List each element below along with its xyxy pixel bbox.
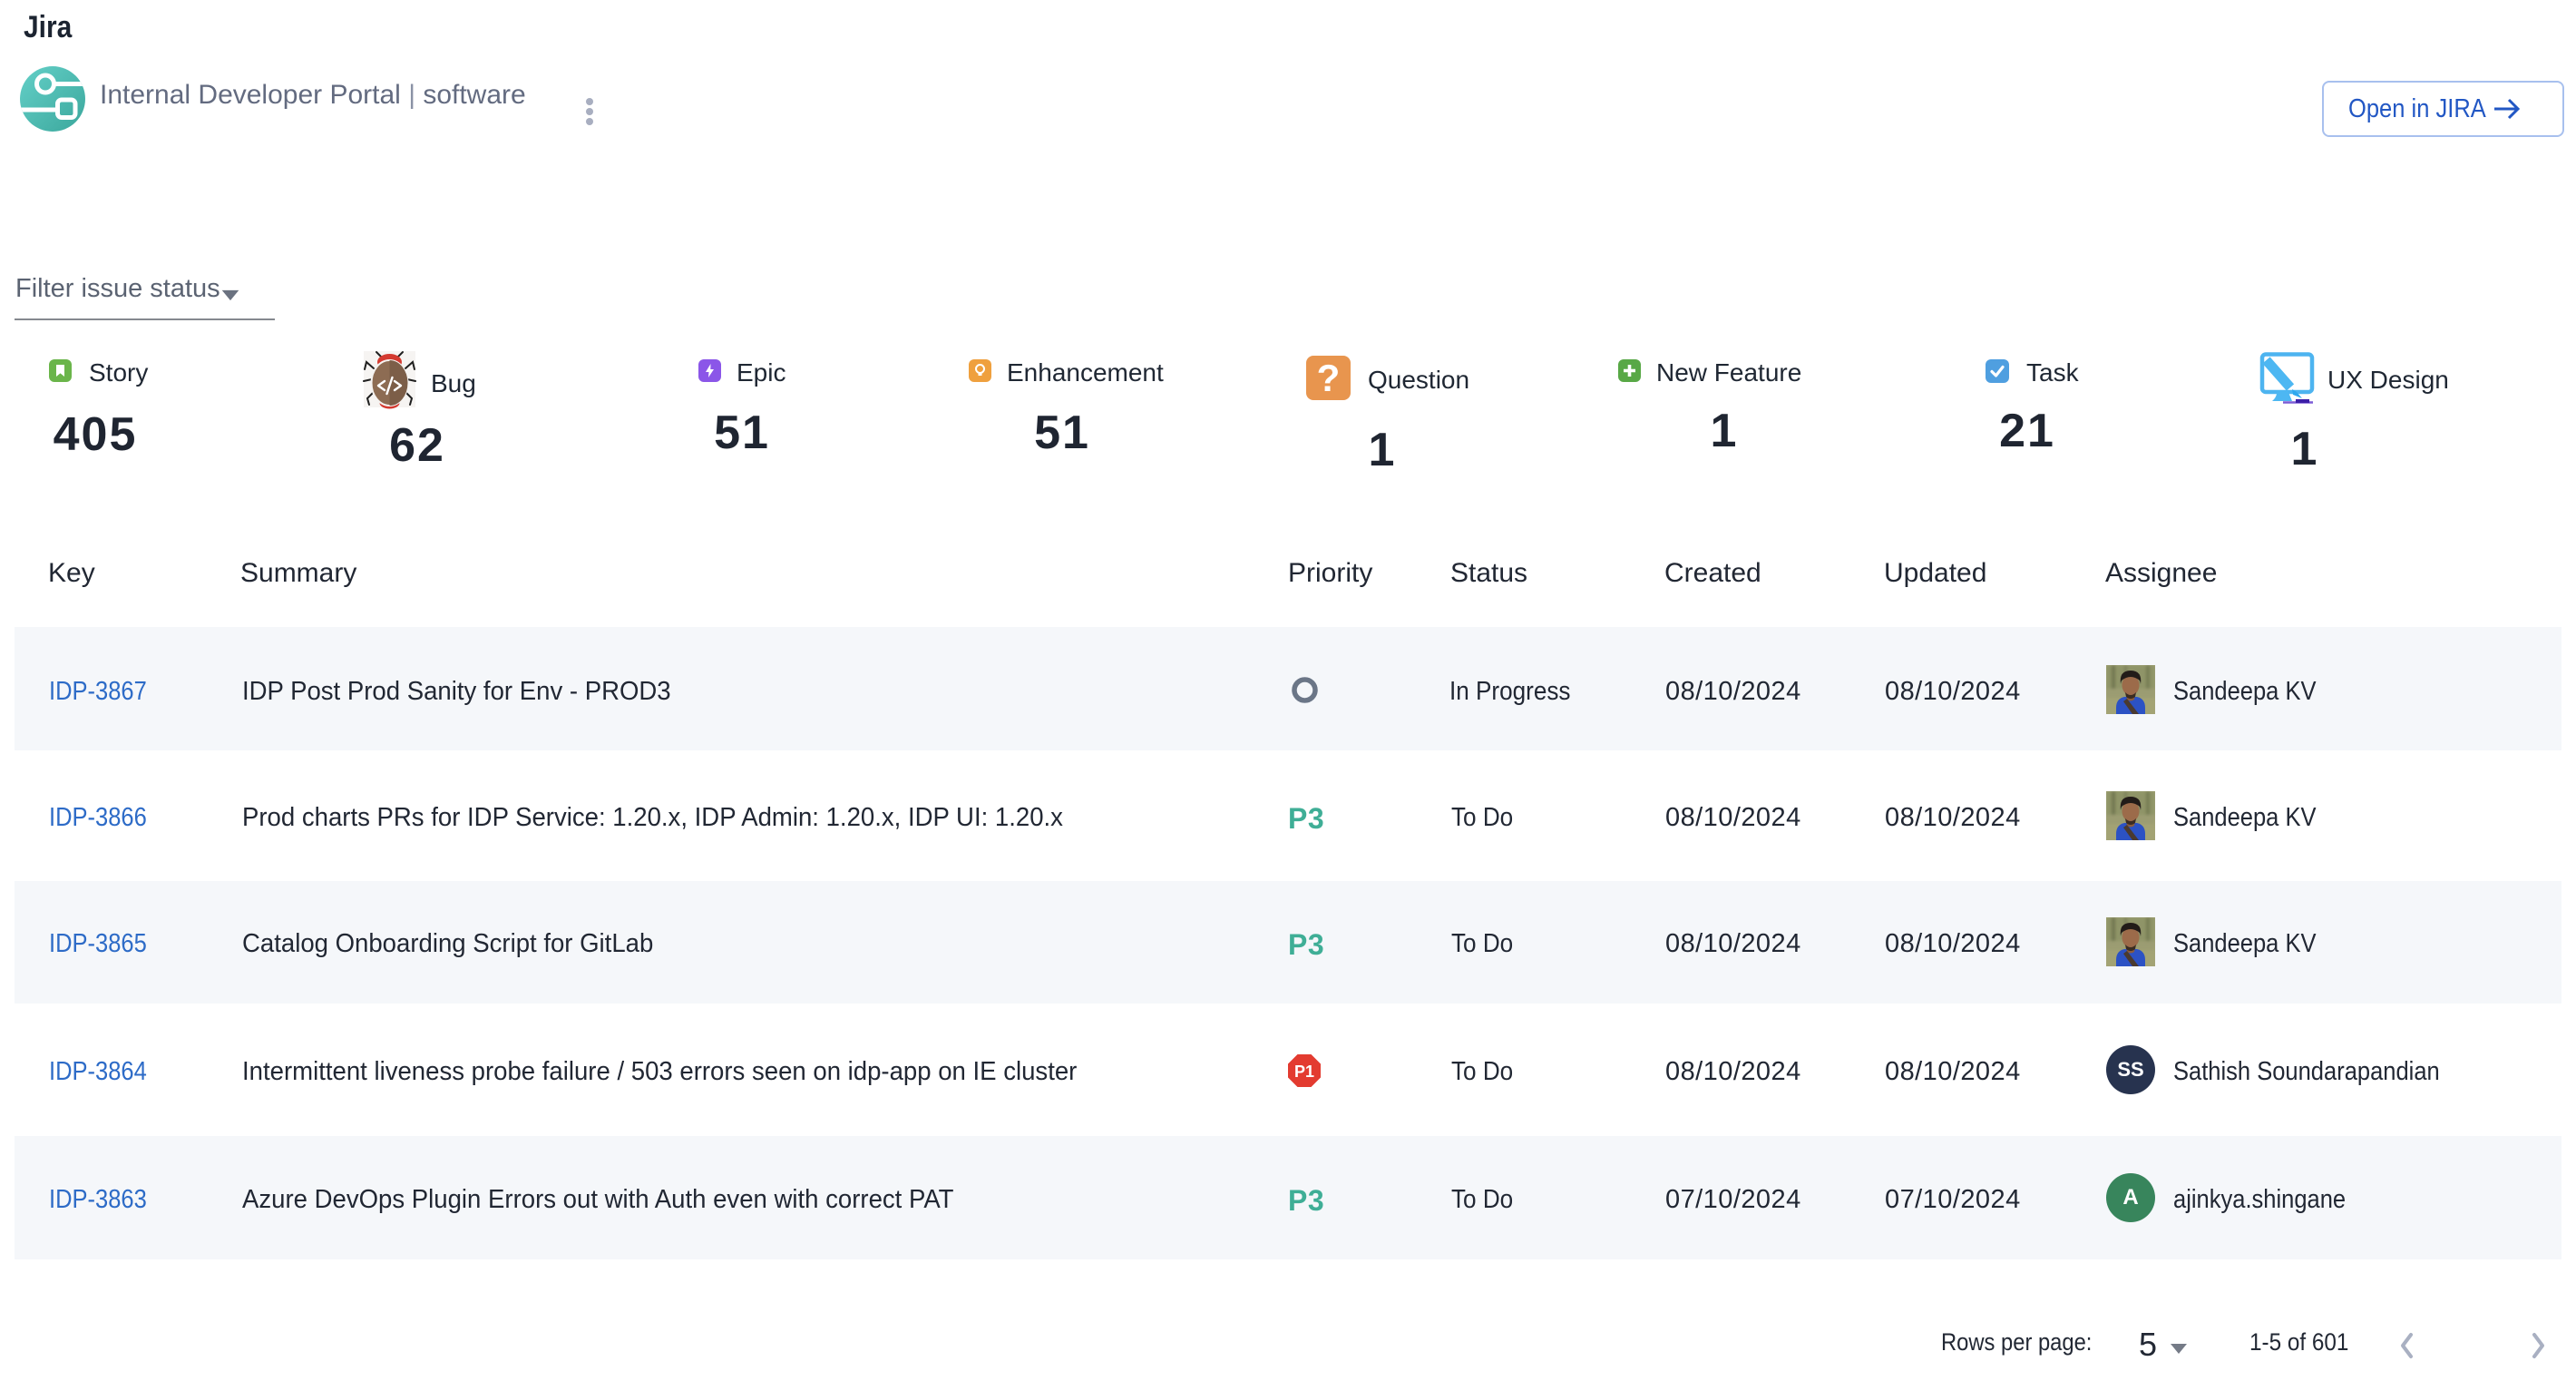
svg-text:P1: P1 [1294, 1063, 1314, 1081]
svg-text:?: ? [1317, 357, 1341, 399]
